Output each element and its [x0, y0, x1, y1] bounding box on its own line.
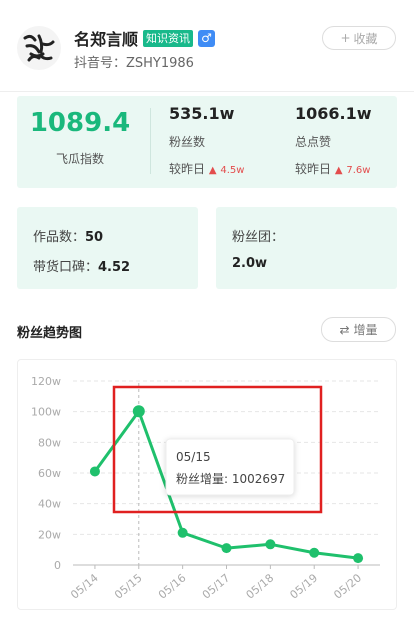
works-card: 作品数：50 带货口碑：4.52 [17, 207, 198, 289]
reputation: 带货口碑：4.52 [33, 256, 130, 275]
fans-compare-label: 较昨日 [169, 162, 206, 176]
category-tag: 知识资讯 [143, 29, 194, 47]
y-tick-label: 120w [31, 375, 61, 388]
avatar-calligraphy-image [23, 34, 55, 62]
works-value: 50 [85, 230, 104, 245]
data-point [265, 539, 276, 550]
data-point [221, 543, 232, 554]
x-tick-label: 05/17 [200, 571, 233, 601]
reputation-label: 带货口碑： [33, 260, 99, 275]
y-tick-label: 100w [31, 406, 61, 419]
likes-label: 总点赞 [295, 135, 332, 149]
fan-group-value: 2.0w [232, 256, 267, 271]
increment-label: 增量 [353, 323, 378, 337]
feigua-index-value: 1089.4 [29, 108, 131, 138]
fans-value: 535.1w [169, 104, 235, 123]
trend-title: 粉丝趋势图 [17, 326, 83, 341]
swap-icon: ⇄ [339, 322, 350, 337]
increment-toggle-button[interactable]: ⇄ 增量 [321, 317, 396, 342]
stats-divider [150, 108, 151, 174]
x-tick-label: 05/18 [244, 571, 277, 601]
x-tick-label: 05/19 [288, 571, 321, 601]
chart-svg: 0 20w 40w 60w 80w 100w 120w 05/14 05/15 05/16 05/1… [31, 375, 380, 602]
tooltip-value: 粉丝增量: 1002697 [176, 472, 285, 486]
data-point [309, 547, 320, 558]
plus-icon: + [340, 31, 351, 45]
x-tick-label: 05/15 [112, 571, 145, 601]
avatar [17, 26, 61, 70]
data-point [353, 553, 364, 564]
fans-compare-value: 4.5w [220, 165, 245, 176]
favorite-label: 收藏 [353, 31, 378, 46]
data-point [132, 405, 145, 418]
likes-compare: 较昨日 ▲ 7.6w [295, 160, 372, 177]
fan-group-label: 粉丝团： [232, 230, 285, 245]
stats-panel: 1089.4 飞瓜指数 535.1w 粉丝数 较昨日 ▲ 4.5w 1066.1… [17, 96, 397, 188]
fans-label: 粉丝数 [169, 135, 206, 149]
x-tick-label: 05/20 [331, 571, 364, 601]
fans-stat: 535.1w 粉丝数 较昨日 ▲ 4.5w [169, 104, 244, 177]
favorite-button[interactable]: + 收藏 [322, 26, 396, 50]
works-count: 作品数：50 [33, 226, 103, 245]
works-label: 作品数： [33, 230, 86, 245]
likes-compare-label: 较昨日 [295, 162, 332, 176]
fan-group-number: 2.0w [232, 256, 268, 271]
account-page: 名郑言顺 知识资讯 ♂ 抖音号：ZSHY1986 + 收藏 1089.4 飞瓜指… [0, 0, 414, 620]
reputation-value: 4.52 [98, 260, 131, 275]
feigua-index-label: 飞瓜指数 [55, 152, 104, 166]
account-header: 名郑言顺 知识资讯 ♂ 抖音号：ZSHY1986 + 收藏 [0, 0, 414, 92]
x-tick-label: 05/14 [68, 571, 101, 601]
up-arrow-icon: ▲ [208, 165, 217, 176]
data-point [177, 527, 188, 538]
y-tick-label: 40w [38, 498, 61, 511]
likes-value: 1066.1w [295, 104, 372, 123]
fan-group-card: 粉丝团： 2.0w [216, 207, 397, 289]
x-tick-label: 05/16 [156, 571, 189, 601]
y-tick-label: 80w [38, 436, 61, 449]
likes-compare-value: 7.6w [346, 165, 371, 176]
douyin-id: 抖音号：ZSHY1986 [74, 56, 194, 71]
up-arrow-icon: ▲ [334, 165, 343, 176]
fans-trend-chart: 0 20w 40w 60w 80w 100w 120w 05/14 05/15 05/16 05/1… [17, 359, 397, 610]
tooltip-box [165, 438, 295, 496]
name-row: 名郑言顺 知识资讯 ♂ [74, 26, 216, 50]
y-tick-label: 60w [38, 467, 61, 480]
data-point [89, 466, 100, 477]
y-tick-label: 0 [54, 559, 61, 572]
male-icon: ♂ [198, 29, 216, 47]
y-tick-label: 20w [38, 528, 61, 541]
fans-compare: 较昨日 ▲ 4.5w [169, 160, 244, 177]
likes-stat: 1066.1w 总点赞 较昨日 ▲ 7.6w [295, 104, 372, 177]
account-name: 名郑言顺 [74, 30, 139, 49]
tooltip-date: 05/15 [176, 450, 211, 464]
